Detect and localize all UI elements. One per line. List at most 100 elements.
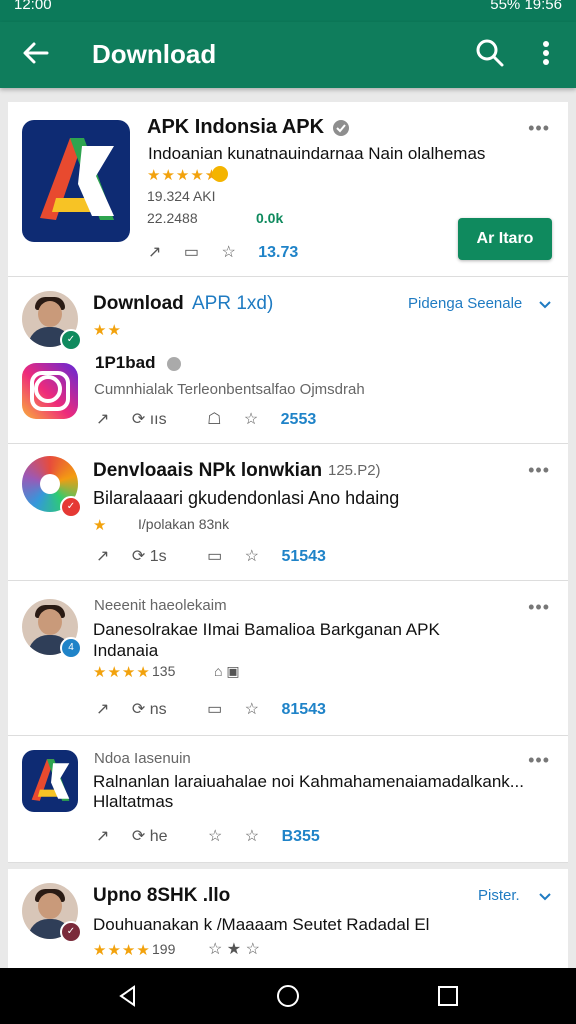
rating-stars: ★★★★ bbox=[93, 664, 151, 681]
repost-icon[interactable]: ⟳ ns bbox=[132, 701, 185, 718]
badge-icon: ✓ bbox=[60, 329, 82, 351]
download-feed: APK Indonsia APK ••• Indoanian kunatnaui… bbox=[8, 102, 568, 968]
item-meta: I/polakan 83nk bbox=[138, 516, 230, 532]
chevron-down-icon[interactable] bbox=[537, 296, 553, 312]
card-menu-icon[interactable]: ••• bbox=[528, 750, 550, 771]
like-count: 2553 bbox=[280, 411, 317, 428]
page-title: Download bbox=[92, 39, 217, 69]
card-menu-icon[interactable]: ••• bbox=[528, 460, 550, 481]
stat-value: 22.2488 bbox=[147, 210, 198, 226]
action-row: ↗ ⟳ 1s ▭ ☆ 51543 bbox=[96, 546, 344, 566]
rating-count: 199 bbox=[152, 941, 176, 957]
badge-icon: 4 bbox=[60, 637, 82, 659]
share-icon[interactable]: ↗ bbox=[96, 701, 109, 718]
battery-level: 55% bbox=[490, 0, 521, 13]
like-count: 51543 bbox=[281, 548, 326, 565]
like-count: B355 bbox=[281, 828, 320, 845]
feed-card-upno[interactable]: ✓ Upno 8SHK .llo Pister. Douhuanakan k /… bbox=[8, 869, 568, 968]
comment-icon[interactable]: ☆ bbox=[208, 828, 222, 845]
follow-link[interactable]: Pidenga Seenale bbox=[408, 295, 522, 312]
feed-card-post[interactable]: 4 Neeenit haeolekaim ••• Danesolrakae II… bbox=[8, 581, 568, 736]
search-icon[interactable] bbox=[474, 37, 506, 69]
follow-link[interactable]: Pister. bbox=[478, 887, 520, 904]
emoji-icon bbox=[212, 166, 228, 182]
action-row: ↗ ⟳ ns ▭ ☆ 81543 bbox=[96, 699, 344, 719]
status-time-left: 12:00 bbox=[14, 0, 52, 13]
nav-back-icon[interactable] bbox=[116, 984, 140, 1008]
like-icon[interactable]: ☆ bbox=[245, 701, 259, 718]
comment-icon[interactable]: ▭ bbox=[207, 548, 222, 565]
item-body: Cumnhialak Terleonbentsalfao Ojmsdrah bbox=[94, 381, 365, 398]
system-nav-bar bbox=[0, 968, 576, 1024]
card-menu-icon[interactable]: ••• bbox=[528, 597, 550, 618]
verified-icon bbox=[333, 120, 349, 136]
app-bar: Download bbox=[0, 22, 576, 88]
action-row: ↗ ⟳ he ☆ ☆ B355 bbox=[96, 826, 338, 846]
rating-stars: ★★★★ bbox=[93, 942, 151, 959]
comment-icon[interactable]: ▭ bbox=[184, 244, 199, 261]
repost-icon[interactable]: ⟳ 1s bbox=[132, 548, 185, 565]
apk-logo bbox=[22, 120, 130, 242]
item-author[interactable]: Ndoa Iasenuin bbox=[94, 750, 191, 767]
rating-stars: ★★ bbox=[93, 322, 122, 339]
feed-card-nk-download[interactable]: ✓ Denvloaais NPk lonwkian 125.P2) ••• Bi… bbox=[8, 444, 568, 581]
like-icon[interactable]: ☆ bbox=[244, 411, 258, 428]
item-author[interactable]: Neeenit haeolekaim bbox=[94, 597, 227, 614]
item-subtitle: Indoanian kunatnauindarnaa Nain olalhema… bbox=[148, 144, 486, 163]
like-count: 13.73 bbox=[258, 244, 299, 261]
item-title[interactable]: Denvloaais NPk lonwkian bbox=[93, 460, 322, 482]
overflow-menu-icon[interactable] bbox=[532, 37, 560, 69]
item-body: Danesolrakae IImai Bamalioa Barkganan AP… bbox=[93, 620, 440, 660]
rating-count: 135 bbox=[152, 663, 176, 679]
comment-icon[interactable]: ☖ bbox=[207, 411, 221, 428]
nav-recents-icon[interactable] bbox=[436, 984, 460, 1008]
file-size: 19.324 AKI bbox=[147, 188, 216, 204]
like-icon[interactable]: ☆ bbox=[245, 828, 259, 845]
share-icon[interactable]: ↗ bbox=[96, 828, 109, 845]
item-body-line2: Hlaltatmas bbox=[93, 792, 174, 811]
card-menu-icon[interactable]: ••• bbox=[528, 118, 550, 139]
action-row: ↗ ⟳ ııs ☖ ☆ 2553 bbox=[96, 409, 334, 429]
back-arrow-icon[interactable] bbox=[18, 36, 52, 70]
media-icons: ⌂ ▣ bbox=[214, 663, 240, 679]
share-icon[interactable]: ↗ bbox=[148, 244, 161, 261]
share-icon[interactable]: ↗ bbox=[96, 411, 109, 428]
rating-stars: ★★★★★ bbox=[147, 167, 220, 184]
apk-logo-icon bbox=[31, 759, 70, 801]
chevron-down-icon[interactable] bbox=[537, 888, 553, 904]
item-title[interactable]: Download bbox=[93, 293, 184, 315]
verified-icon bbox=[167, 357, 181, 371]
feed-card-download[interactable]: ✓ Download APR 1xd) Pidenga Seenale ★★ 1… bbox=[8, 277, 568, 444]
download-count: 0.0k bbox=[256, 210, 284, 226]
apk-logo-icon bbox=[40, 138, 114, 220]
apk-logo bbox=[22, 750, 78, 812]
item-body: Bilaralaaari gkudendonlasi Ano hdaing bbox=[93, 488, 400, 508]
badge-icon: ✓ bbox=[60, 496, 82, 518]
install-button[interactable]: Ar Itaro bbox=[458, 218, 552, 260]
nav-home-icon[interactable] bbox=[276, 984, 300, 1008]
comment-icon[interactable]: ▭ bbox=[207, 701, 222, 718]
item-subtitle: 1P1bad bbox=[95, 353, 156, 372]
like-icon[interactable]: ☆ bbox=[221, 244, 235, 261]
repost-icon[interactable]: ⟳ he bbox=[132, 828, 186, 845]
like-icon[interactable]: ☆ bbox=[245, 548, 259, 565]
item-body: Douhuanakan k /Maaaam Seutet Radadal El bbox=[93, 915, 430, 934]
item-title-link[interactable]: APR 1xd) bbox=[192, 293, 273, 315]
item-title-suffix: 125.P2) bbox=[328, 462, 381, 479]
repost-icon[interactable]: ⟳ ııs bbox=[132, 411, 185, 428]
action-row: ↗ ▭ ☆ 13.73 bbox=[148, 242, 316, 262]
feed-card-apk-post[interactable]: Ndoa Iasenuin ••• Ralnanlan laraiuahalae… bbox=[8, 736, 568, 863]
status-time-right: 19:56 bbox=[524, 0, 562, 13]
item-title[interactable]: APK Indonsia APK bbox=[147, 116, 324, 139]
rating-stars: ★ bbox=[93, 517, 108, 534]
badge-icon: ✓ bbox=[60, 921, 82, 943]
status-bar: 12:00 55% 19:56 bbox=[0, 0, 576, 22]
instagram-icon bbox=[22, 363, 78, 419]
item-title[interactable]: Upno 8SHK .llo bbox=[93, 885, 230, 907]
like-count: 81543 bbox=[281, 701, 326, 718]
share-icon[interactable]: ↗ bbox=[96, 548, 109, 565]
feed-card-apk-indonesia[interactable]: APK Indonsia APK ••• Indoanian kunatnaui… bbox=[8, 102, 568, 277]
rating-icons: ☆ ★ ☆ bbox=[208, 941, 260, 958]
item-body: Ralnanlan laraiuahalae noi Kahmahamenaia… bbox=[93, 772, 524, 791]
status-right: 55% 19:56 bbox=[490, 0, 562, 13]
